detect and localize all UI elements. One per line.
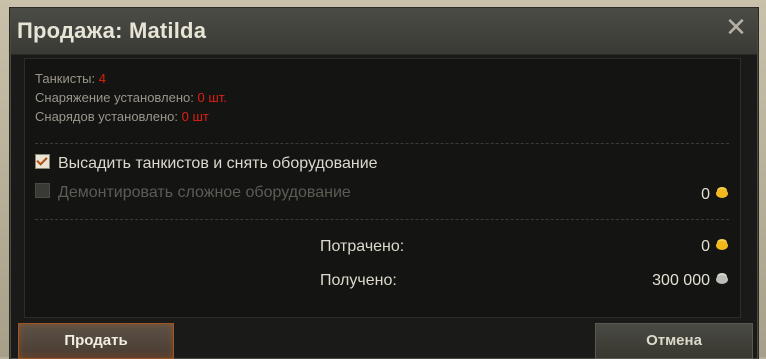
equipment-row: Снаряжение установлено: 0 шт. <box>35 88 227 107</box>
unload-crew-checkbox[interactable] <box>35 154 50 169</box>
silver-coin-icon <box>716 275 728 284</box>
equipment-value: 0 шт. <box>197 90 227 105</box>
received-label: Получено: <box>320 272 397 289</box>
divider <box>35 219 729 220</box>
sell-button[interactable]: Продать <box>18 323 174 359</box>
divider <box>35 143 729 144</box>
spent-label: Потрачено: <box>320 238 405 255</box>
demount-cost: 0 <box>701 184 728 206</box>
vehicle-info: Танкисты: 4 Снаряжение установлено: 0 шт… <box>35 69 227 126</box>
unload-crew-label: Высадить танкистов и снять оборудование <box>58 155 378 172</box>
crew-row: Танкисты: 4 <box>35 69 227 88</box>
received-value: 300 000 <box>652 272 710 289</box>
crew-value: 4 <box>98 71 106 86</box>
close-icon[interactable]: ✕ <box>723 15 749 41</box>
unload-crew-option[interactable]: Высадить танкистов и снять оборудование <box>35 153 378 175</box>
demount-cost-value: 0 <box>701 186 710 203</box>
received-amount: 300 000 <box>652 270 728 292</box>
dialog-titlebar: Продажа: Matilda ✕ <box>11 9 757 55</box>
equipment-label: Снаряжение установлено: <box>35 90 194 105</box>
spent-value: 0 <box>701 238 710 255</box>
shells-value: 0 шт <box>181 109 209 124</box>
spent-amount: 0 <box>701 236 728 258</box>
gold-coin-icon <box>716 189 728 198</box>
demount-complex-option: Демонтировать сложное оборудование <box>35 182 351 204</box>
dialog-title: Продажа: Matilda <box>17 18 207 43</box>
crew-label: Танкисты: <box>35 71 96 86</box>
gold-coin-icon <box>716 241 728 250</box>
dialog-content: Танкисты: 4 Снаряжение установлено: 0 шт… <box>24 58 741 318</box>
shells-label: Снарядов установлено: <box>35 109 178 124</box>
demount-complex-checkbox <box>35 183 50 198</box>
shells-row: Снарядов установлено: 0 шт <box>35 107 227 126</box>
sell-vehicle-dialog: Продажа: Matilda ✕ Танкисты: 4 Снаряжени… <box>10 8 758 359</box>
demount-complex-label: Демонтировать сложное оборудование <box>58 184 351 201</box>
cancel-button[interactable]: Отмена <box>595 323 753 359</box>
